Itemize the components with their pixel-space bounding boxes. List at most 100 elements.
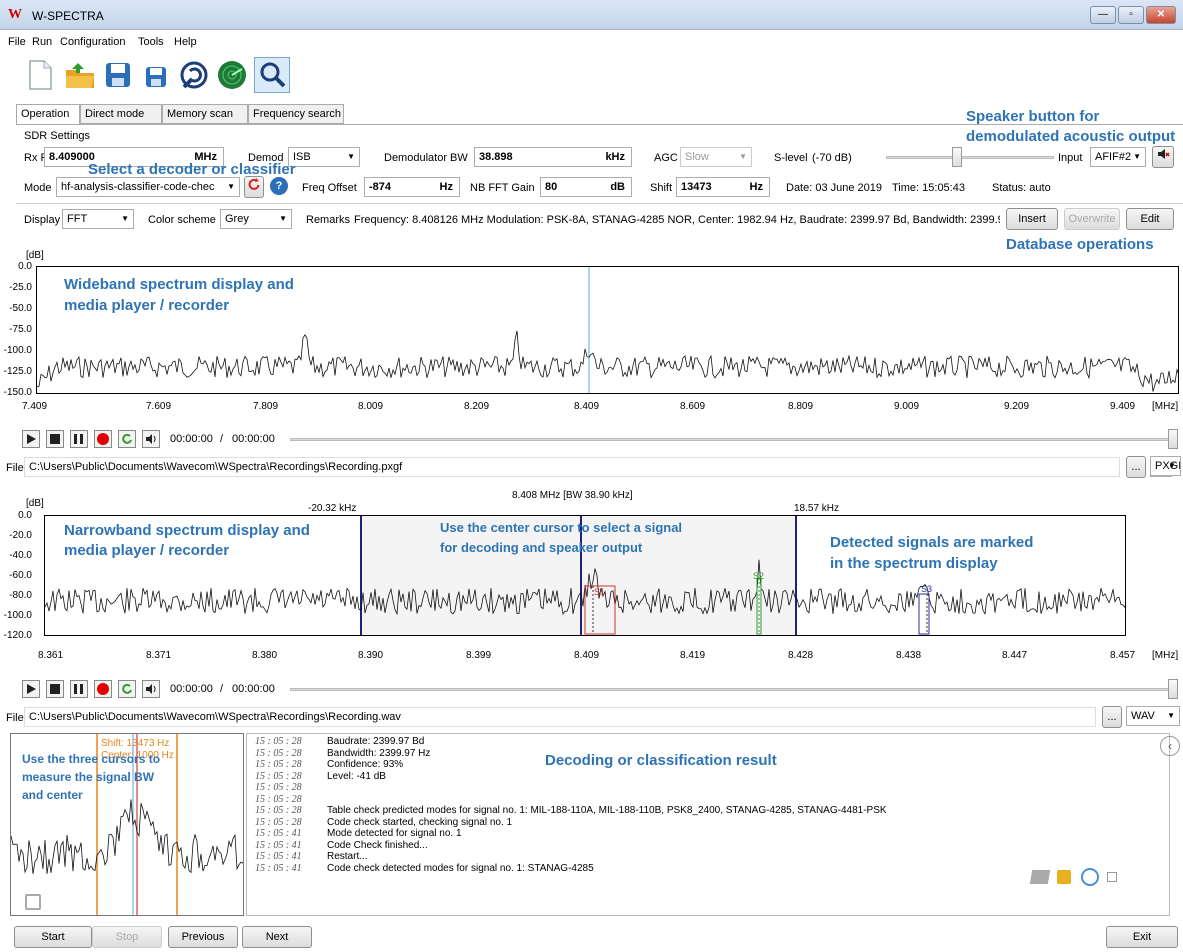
save-icon[interactable] [100, 57, 136, 93]
exit-button[interactable]: Exit [1106, 926, 1178, 948]
tab-memory-scan[interactable]: Memory scan [162, 104, 248, 124]
narrowband-format-select[interactable]: WAV [1126, 706, 1180, 726]
annotation-center-2: for decoding and speaker output [440, 540, 643, 555]
agc-select[interactable]: Slow [680, 147, 752, 167]
settings-icon[interactable] [1107, 872, 1117, 882]
s-level-slider-track[interactable] [886, 156, 1054, 159]
open-folder-icon[interactable] [62, 57, 98, 93]
record-button[interactable] [94, 680, 112, 698]
save-as-icon[interactable] [138, 57, 174, 93]
insert-button[interactable]: Insert [1006, 208, 1058, 230]
remarks-text: Frequency: 8.408126 MHz Modulation: PSK-… [354, 214, 1000, 226]
signal-scan-icon[interactable] [176, 57, 212, 93]
menu-tools[interactable]: Tools [138, 36, 164, 48]
wideband-file-path[interactable]: C:\Users\Public\Documents\Wavecom\WSpect… [24, 457, 1120, 477]
wideband-seek-track[interactable] [290, 438, 1170, 441]
play-button[interactable] [22, 430, 40, 448]
color-scheme-label: Color scheme [148, 214, 216, 226]
log-timestamp: 15 : 05 : 41 [255, 828, 302, 839]
loop-button[interactable] [118, 430, 136, 448]
radar-icon[interactable] [214, 57, 250, 93]
demod-bw-value: 38.898 [479, 151, 513, 163]
help-icon[interactable]: ? [270, 177, 288, 195]
nb-fft-gain-input[interactable]: 80 dB [540, 177, 632, 197]
s-level-value: (-70 dB) [812, 152, 852, 164]
log-message: Code check detected modes for signal no.… [327, 862, 594, 874]
play-button[interactable] [22, 680, 40, 698]
display-label: Display [24, 214, 61, 226]
wideband-unit: [dB] [26, 250, 44, 261]
log-timestamp: 15 : 05 : 28 [255, 793, 302, 805]
wideband-browse-button[interactable]: ... [1126, 456, 1146, 478]
clock-icon[interactable] [1081, 868, 1099, 886]
speaker-mute-icon [1158, 149, 1170, 159]
previous-button[interactable]: Previous [168, 926, 238, 948]
tab-operation[interactable]: Operation [16, 104, 80, 125]
annotation-speaker: Speaker button for [966, 108, 1100, 125]
demod-bw-label: Demodulator BW [384, 152, 468, 164]
stop-button[interactable] [46, 430, 64, 448]
pause-button[interactable] [70, 430, 88, 448]
start-button[interactable]: Start [14, 926, 92, 948]
reload-mode-button[interactable] [244, 176, 264, 198]
log-timestamp: 15 : 05 : 28 [255, 782, 302, 793]
close-button[interactable]: ✕ [1146, 6, 1176, 24]
speaker-button[interactable] [1152, 146, 1174, 168]
new-file-icon[interactable] [22, 57, 58, 93]
signal-label-s2: S2 [753, 571, 764, 581]
log-row: 15 : 05 : 41 Mode detected for signal no.… [255, 828, 462, 840]
s-level-slider-thumb[interactable] [952, 147, 962, 167]
log-timestamp: 15 : 05 : 28 [255, 736, 302, 747]
annotation-decoder: Select a decoder or classifier [88, 161, 296, 178]
collapse-icon[interactable]: ‹ [1160, 736, 1180, 756]
menu-file[interactable]: File [8, 36, 26, 48]
annotation-narrowband-1: Narrowband spectrum display and [64, 522, 310, 539]
overwrite-button[interactable]: Overwrite [1064, 208, 1120, 230]
wideband-format-select[interactable]: PXGF [1150, 456, 1181, 476]
menu-run[interactable]: Run [32, 36, 52, 48]
menu-configuration[interactable]: Configuration [60, 36, 125, 48]
volume-button[interactable] [142, 680, 160, 698]
narrowband-seek-thumb[interactable] [1168, 679, 1178, 699]
narrowband-browse-button[interactable]: ... [1102, 706, 1122, 728]
loop-button[interactable] [118, 680, 136, 698]
input-select[interactable]: AFIF#2 [1090, 147, 1146, 167]
mode-select[interactable]: hf-analysis-classifier-code-chec [56, 177, 240, 197]
maximize-button[interactable]: ▫ [1118, 6, 1144, 24]
tab-frequency-search[interactable]: Frequency search [248, 104, 344, 124]
y-tick: -50.0 [9, 303, 32, 314]
pause-button[interactable] [70, 680, 88, 698]
annotation-narrowband-2: media player / recorder [64, 542, 230, 559]
next-button[interactable]: Next [242, 926, 312, 948]
export-icon[interactable] [1029, 870, 1051, 884]
minimize-button[interactable]: — [1090, 6, 1116, 24]
log-message: Table check predicted modes for signal n… [327, 805, 887, 816]
menu-help[interactable]: Help [174, 36, 197, 48]
color-scheme-select[interactable]: Grey [220, 209, 292, 229]
demod-bw-input[interactable]: 38.898 kHz [474, 147, 632, 167]
clear-icon[interactable] [1057, 870, 1071, 884]
volume-button[interactable] [142, 430, 160, 448]
tab-direct-mode[interactable]: Direct mode [80, 104, 162, 124]
display-select[interactable]: FFT [62, 209, 134, 229]
stop-footer-button[interactable]: Stop [92, 926, 162, 948]
shift-input[interactable]: 13473 Hz [676, 177, 770, 197]
stop-button[interactable] [46, 680, 64, 698]
freq-offset-value: -874 [369, 181, 392, 193]
log-timestamp: 15 : 05 : 28 [255, 816, 302, 828]
narrowband-file-path[interactable]: C:\Users\Public\Documents\Wavecom\WSpect… [24, 707, 1096, 727]
wideband-seek-thumb[interactable] [1168, 429, 1178, 449]
edit-button[interactable]: Edit [1126, 208, 1174, 230]
agc-label: AGC [654, 152, 678, 164]
y-tick: -75.0 [9, 324, 32, 335]
x-tick: 8.380 [252, 650, 278, 661]
y-tick: -100.0 [3, 345, 32, 356]
zoom-icon[interactable] [254, 57, 290, 93]
result-log[interactable]: 15 : 05 : 28 Baudrate: 2399.97 Bd 15 : 05 … [246, 733, 1170, 916]
narrowband-seek-track[interactable] [290, 688, 1170, 691]
demod-select[interactable]: ISB [288, 147, 360, 167]
record-button[interactable] [94, 430, 112, 448]
log-message: Level: -41 dB [327, 770, 386, 782]
expand-icon[interactable] [25, 894, 41, 910]
freq-offset-input[interactable]: -874 Hz [364, 177, 460, 197]
